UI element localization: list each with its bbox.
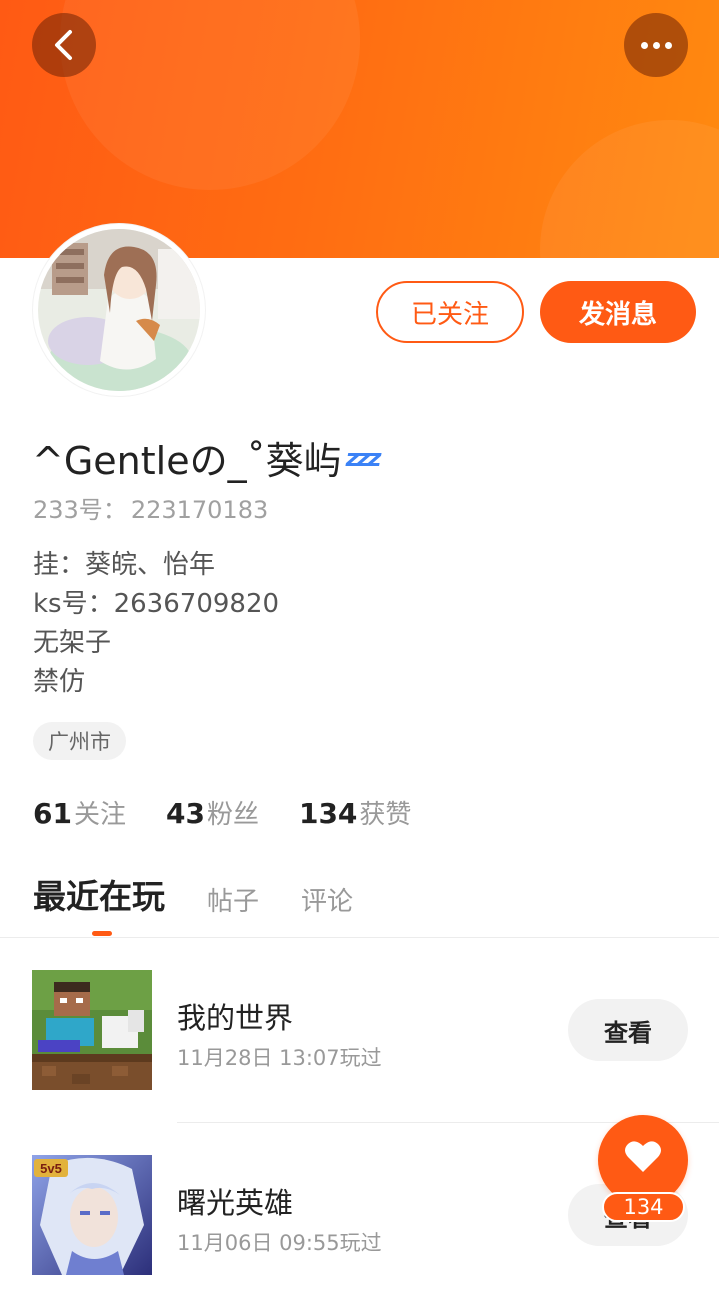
heart-icon bbox=[625, 1141, 661, 1172]
sleep-zzz-icon: zzz bbox=[345, 443, 382, 472]
stat-fans[interactable]: 43 粉丝 bbox=[166, 794, 259, 831]
stat-following-count: 61 bbox=[33, 797, 72, 830]
game-icon-minecraft bbox=[32, 970, 152, 1090]
user-id-value: 223170183 bbox=[130, 496, 269, 524]
bio-line: ks号：2636709820 bbox=[33, 589, 280, 619]
bio-line: 挂：葵皖、怡年 bbox=[33, 550, 216, 580]
user-id: 233号： 223170183 bbox=[33, 496, 269, 524]
tab-recently-played[interactable]: 最近在玩 bbox=[33, 870, 165, 918]
view-game-button[interactable]: 查看 bbox=[568, 999, 688, 1061]
tabs-divider bbox=[0, 937, 719, 938]
back-button[interactable] bbox=[32, 13, 96, 77]
active-tab-indicator bbox=[92, 931, 112, 936]
stat-fans-label: 粉丝 bbox=[206, 800, 259, 830]
svg-text:5v5: 5v5 bbox=[40, 1161, 62, 1176]
avatar[interactable] bbox=[33, 224, 205, 396]
tab-comments[interactable]: 评论 bbox=[301, 881, 353, 918]
game-last-played: 11月28日 13:07玩过 bbox=[177, 1046, 382, 1070]
game-icon-shuguang: 5v5 bbox=[32, 1155, 152, 1275]
stat-likes[interactable]: 134 获赞 bbox=[299, 794, 411, 831]
chevron-left-icon bbox=[55, 30, 72, 60]
avatar-image bbox=[38, 229, 200, 391]
stat-following-label: 关注 bbox=[73, 800, 126, 830]
profile-bio: 挂：葵皖、怡年 ks号：2636709820 无架子 禁仿 bbox=[33, 546, 279, 702]
profile-tabs: 最近在玩 帖子 评论 bbox=[33, 870, 353, 918]
stat-likes-label: 获赞 bbox=[359, 800, 412, 830]
followed-button[interactable]: 已关注 bbox=[376, 281, 524, 343]
user-id-label: 233号 bbox=[33, 496, 103, 524]
game-name: 我的世界 bbox=[177, 1001, 294, 1035]
stat-fans-count: 43 bbox=[165, 797, 205, 830]
tab-posts[interactable]: 帖子 bbox=[207, 881, 259, 918]
bio-line: 无架子 bbox=[33, 628, 112, 658]
send-message-button[interactable]: 发消息 bbox=[540, 281, 696, 343]
bio-line: 禁仿 bbox=[33, 667, 86, 697]
game-name: 曙光英雄 bbox=[177, 1186, 294, 1220]
username: ^Gentleの_˚葵屿 zzz bbox=[32, 430, 382, 485]
profile-stats: 61 关注 43 粉丝 134 获赞 bbox=[33, 794, 451, 831]
profile-banner bbox=[0, 0, 719, 258]
location-tag: 广州市 bbox=[33, 722, 126, 760]
more-dots-icon bbox=[640, 41, 672, 49]
game-last-played: 11月06日 09:55玩过 bbox=[177, 1231, 382, 1255]
stat-likes-count: 134 bbox=[298, 797, 358, 830]
game-row[interactable]: 我的世界 11月28日 13:07玩过 查看 bbox=[0, 970, 719, 1092]
stat-following[interactable]: 61 关注 bbox=[33, 794, 126, 831]
more-button[interactable] bbox=[624, 13, 688, 77]
username-text: ^Gentleの_˚葵屿 bbox=[32, 439, 342, 483]
like-count-badge: 134 bbox=[602, 1192, 685, 1222]
